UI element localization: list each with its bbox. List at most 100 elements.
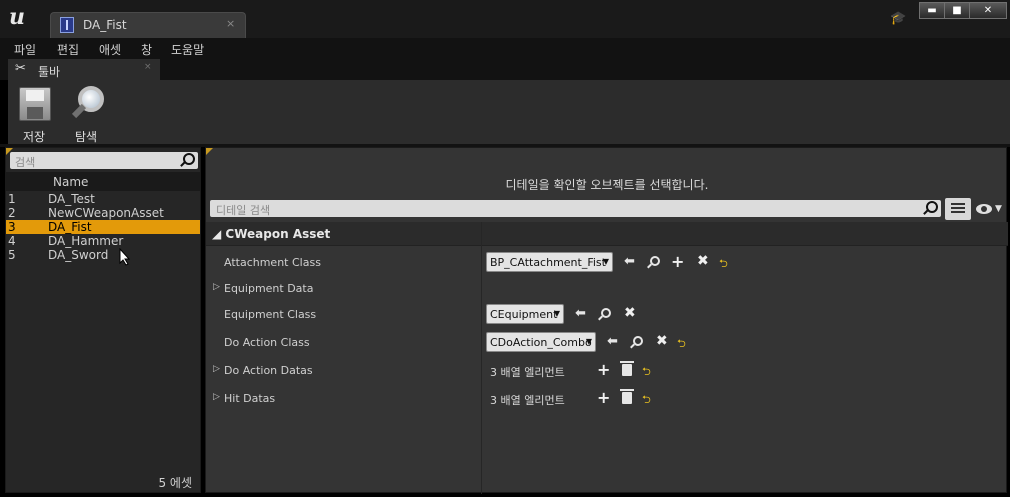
chevron-down-icon: ▼: [585, 337, 592, 346]
property-label: Do Action Datas: [224, 364, 313, 377]
reset-to-default-icon[interactable]: ⮌: [642, 391, 651, 410]
property-row-attachment-class: Attachment Class BP_CAttachment_Fist ▼ ⬅…: [206, 249, 1008, 275]
property-row-equipment-data[interactable]: ▷ Equipment Data: [206, 275, 1008, 301]
do-action-class-combo[interactable]: CDoAction_Combo ▼: [486, 332, 596, 352]
use-selected-arrow-icon[interactable]: ⬅: [575, 306, 586, 321]
attachment-class-combo[interactable]: BP_CAttachment_Fist ▼: [486, 252, 613, 272]
add-element-icon[interactable]: +: [597, 388, 610, 407]
array-count: 3 배열 엘리먼트: [490, 394, 565, 407]
browse-search-icon[interactable]: [633, 336, 643, 346]
browse-search-icon[interactable]: [650, 256, 660, 266]
search-icon[interactable]: [926, 201, 938, 213]
details-hint: 디테일을 확인할 오브젝트를 선택합니다.: [505, 178, 709, 192]
use-selected-arrow-icon[interactable]: ⬅: [624, 254, 635, 269]
menu-file[interactable]: 파일: [14, 41, 36, 58]
list-item-selected[interactable]: 3 DA_Fist: [6, 220, 200, 234]
column-header[interactable]: Name: [6, 172, 200, 191]
chevron-down-icon: ▼: [602, 257, 609, 266]
title-bar: u DA_Fist × 🎓 ▬ ■ ✕: [0, 0, 1010, 38]
reset-to-default-icon[interactable]: ⮌: [642, 363, 651, 382]
mouse-cursor-icon: [119, 248, 131, 266]
reset-to-default-icon[interactable]: ⮌: [719, 255, 728, 274]
list-item[interactable]: 1 DA_Test: [6, 192, 200, 206]
details-panel: 디테일을 확인할 오브젝트를 선택합니다. 디테일 검색 ▼ ◢ CWeapon…: [205, 147, 1008, 494]
list-item[interactable]: 4 DA_Hammer: [6, 234, 200, 248]
combo-value: CEquipment: [490, 308, 558, 321]
browse-button[interactable]: 탐색: [60, 84, 112, 144]
list-item-index: 1: [8, 192, 16, 206]
list-item-name: DA_Sword: [48, 248, 109, 262]
browse-label: 탐색: [74, 130, 98, 144]
toolbar-tab-close-icon[interactable]: ×: [144, 62, 152, 72]
data-asset-icon: [60, 17, 74, 33]
details-search-input[interactable]: 디테일 검색: [210, 200, 941, 217]
list-item-index: 2: [8, 206, 16, 220]
search-icon[interactable]: [183, 153, 195, 165]
array-count: 3 배열 엘리먼트: [490, 366, 565, 379]
expand-arrow-icon[interactable]: ▷: [213, 364, 220, 374]
clear-icon[interactable]: ✖: [697, 253, 709, 269]
property-row-equipment-class: Equipment Class CEquipment ▼ ⬅ ✖: [206, 301, 1008, 327]
save-label: 저장: [22, 130, 46, 144]
asset-list-panel: 검색 Name 1 DA_Test 2 NewCWeaponAsset 3 DA…: [5, 147, 201, 493]
category-label: ◢ CWeapon Asset: [212, 227, 331, 241]
toolbar-tab-row: ✂ 툴바 ×: [0, 58, 1010, 80]
trash-icon[interactable]: [620, 389, 634, 404]
add-icon[interactable]: +: [671, 252, 684, 271]
list-item-name: DA_Hammer: [48, 234, 124, 248]
asset-count: 5 에셋: [158, 476, 192, 490]
property-matrix-button[interactable]: [945, 198, 971, 220]
combo-value: BP_CAttachment_Fist: [490, 256, 606, 269]
toolbar-tab[interactable]: ✂ 툴바 ×: [8, 59, 160, 80]
menu-asset[interactable]: 애셋: [99, 41, 121, 58]
expand-arrow-icon[interactable]: ▷: [213, 282, 220, 292]
toolbar: 저장 탐색: [8, 80, 1010, 144]
menu-edit[interactable]: 편집: [57, 41, 79, 58]
category-header[interactable]: ◢ CWeapon Asset: [206, 222, 1008, 246]
asset-search-placeholder: 검색: [15, 156, 36, 169]
tools-icon: ✂: [15, 61, 26, 76]
property-row-do-action-datas[interactable]: ▷ Do Action Datas 3 배열 엘리먼트 + ⮌: [206, 357, 1008, 383]
use-selected-arrow-icon[interactable]: ⬅: [607, 334, 618, 349]
minimize-button[interactable]: ▬: [919, 2, 945, 19]
document-tab[interactable]: DA_Fist ×: [50, 12, 246, 38]
magnifier-icon: [71, 86, 106, 122]
property-row-hit-datas[interactable]: ▷ Hit Datas 3 배열 엘리먼트 + ⮌: [206, 385, 1008, 411]
save-button[interactable]: 저장: [8, 84, 60, 144]
menu-window[interactable]: 창: [141, 41, 152, 58]
combo-value: CDoAction_Combo: [490, 336, 592, 349]
property-row-do-action-class: Do Action Class CDoAction_Combo ▼ ⬅ ✖ ⮌: [206, 329, 1008, 355]
document-tab-label: DA_Fist: [83, 18, 127, 32]
clear-icon[interactable]: ✖: [656, 333, 668, 349]
close-tab-icon[interactable]: ×: [226, 17, 235, 30]
asset-search-input[interactable]: 검색: [10, 152, 198, 169]
maximize-button[interactable]: ■: [944, 2, 970, 19]
unreal-logo-icon[interactable]: u: [4, 4, 30, 30]
list-item-index: 5: [8, 248, 16, 262]
list-item[interactable]: 5 DA_Sword: [6, 248, 200, 262]
tutorial-cap-icon[interactable]: 🎓: [890, 11, 908, 26]
save-icon: [19, 87, 51, 121]
property-label: Attachment Class: [224, 256, 321, 269]
reset-to-default-icon[interactable]: ⮌: [677, 335, 686, 354]
property-label: Hit Datas: [224, 392, 276, 405]
column-header-name: Name: [53, 175, 89, 189]
clear-icon[interactable]: ✖: [624, 305, 636, 321]
add-element-icon[interactable]: +: [597, 360, 610, 379]
list-item-index: 3: [8, 220, 16, 234]
close-window-button[interactable]: ✕: [969, 2, 1007, 19]
trash-icon[interactable]: [620, 361, 634, 376]
list-item[interactable]: 2 NewCWeaponAsset: [6, 206, 200, 220]
list-item-index: 4: [8, 234, 16, 248]
menu-help[interactable]: 도움말: [171, 41, 204, 58]
panel-corner-icon: [206, 148, 213, 155]
chevron-down-icon[interactable]: ▼: [995, 204, 1002, 214]
menu-bar: 파일 편집 애셋 창 도움말: [0, 38, 1010, 58]
expand-arrow-icon[interactable]: ▷: [213, 392, 220, 402]
eye-icon[interactable]: [976, 204, 992, 214]
property-label: Equipment Data: [224, 282, 314, 295]
property-label: Equipment Class: [224, 308, 317, 321]
property-label: Do Action Class: [224, 336, 310, 349]
browse-search-icon[interactable]: [601, 308, 611, 318]
equipment-class-combo[interactable]: CEquipment ▼: [486, 304, 564, 324]
